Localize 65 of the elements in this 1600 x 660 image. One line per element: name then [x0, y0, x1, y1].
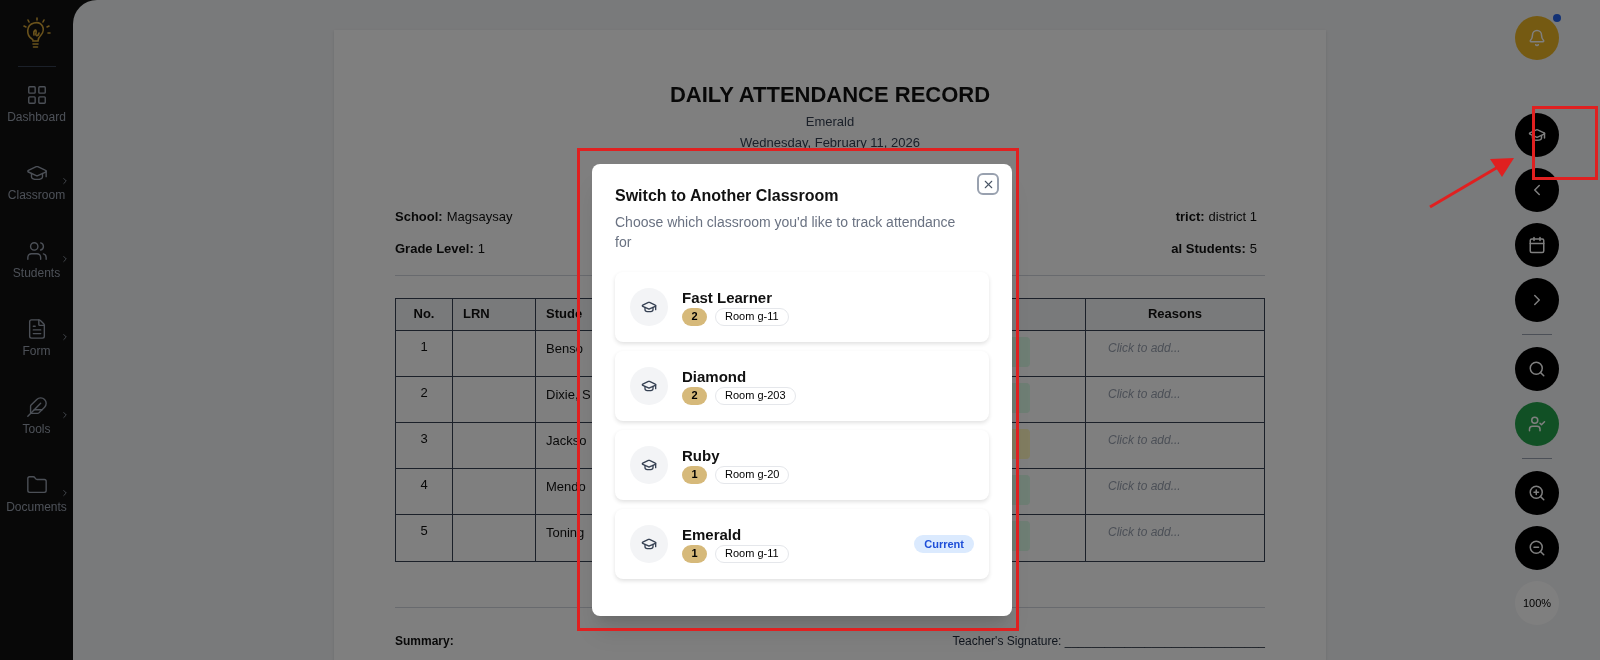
report-date: Wednesday, February 11, 2026 — [740, 134, 920, 151]
classroom-button[interactable] — [1515, 113, 1559, 157]
user-check-icon — [1528, 415, 1546, 433]
search-icon — [1528, 360, 1546, 378]
bell-icon — [1528, 29, 1546, 47]
table-cell: 4 — [396, 468, 453, 514]
zoom-out-icon — [1528, 539, 1546, 557]
previous-button[interactable] — [1515, 168, 1559, 212]
classroom-option[interactable]: Emerald 1 Room g-11 Current — [615, 509, 989, 579]
count-badge: 1 — [682, 465, 707, 484]
count-badge: 2 — [682, 307, 707, 326]
count-badge: 2 — [682, 386, 707, 405]
current-badge: Current — [914, 535, 974, 553]
column-header: Reasons — [1146, 305, 1204, 324]
classroom-icon — [630, 367, 668, 405]
count-badge: 1 — [682, 544, 707, 563]
calendar-button[interactable] — [1515, 223, 1559, 267]
sidebar-item[interactable]: Form — [1, 318, 72, 358]
sidebar-item[interactable]: Students — [1, 240, 72, 280]
field-label: Grade Level: — [395, 240, 474, 258]
sidebar-item[interactable]: Dashboard — [1, 84, 72, 124]
table-cell: 5 — [396, 514, 453, 561]
signature-line: Teacher's Signature: ______________________________ — [952, 632, 1265, 650]
close-button[interactable] — [977, 173, 999, 195]
zoom-in-icon — [1528, 484, 1546, 502]
classroom-name: Emerald — [682, 525, 743, 544]
graduation-cap-icon — [1528, 126, 1546, 144]
classroom-name: Emerald — [805, 113, 855, 131]
field-value: 5 — [1249, 240, 1257, 258]
grid-icon — [25, 84, 48, 106]
column-header: LRN — [453, 298, 536, 330]
sidebar-item[interactable]: Documents — [1, 474, 72, 514]
field-value: 1 — [477, 240, 485, 258]
table-cell: 3 — [396, 422, 453, 468]
dialog-title: Switch to Another Classroom — [615, 186, 840, 206]
classroom-icon — [630, 446, 668, 484]
people-icon — [25, 240, 48, 262]
field-value: Magsaysay — [446, 207, 513, 226]
field-label: School: — [395, 207, 443, 226]
lightbulb-logo-icon — [21, 17, 52, 51]
feather-icon — [25, 396, 48, 418]
classroom-option[interactable]: Fast Learner 2 Room g-11 — [615, 272, 989, 342]
classroom-icon — [630, 288, 668, 326]
search-button[interactable] — [1515, 347, 1559, 391]
folder-icon — [25, 474, 48, 496]
field-label: trict: — [1175, 207, 1205, 226]
zoom-level[interactable]: 100% — [1515, 581, 1559, 625]
sidebar-item[interactable]: Tools — [1, 396, 72, 436]
calendar-icon — [1528, 236, 1546, 254]
table-cell: 2 — [396, 376, 453, 422]
report-title: DAILY ATTENDANCE RECORD — [669, 81, 991, 109]
summary-label: Summary: — [395, 632, 454, 650]
table-cell: 1 — [396, 330, 453, 376]
field-label: al Students: — [1171, 240, 1246, 258]
classroom-option[interactable]: Ruby 1 Room g-20 — [615, 430, 989, 500]
zoom-in-button[interactable] — [1515, 471, 1559, 515]
classroom-name: Ruby — [682, 446, 721, 465]
dialog-subtitle: Choose which classroom you'd like to track attendance for — [615, 213, 957, 252]
classroom-icon — [630, 525, 668, 563]
classroom-option[interactable]: Diamond 2 Room g-203 — [615, 351, 989, 421]
field-value: district 1 — [1208, 207, 1257, 226]
column-header: No. — [396, 298, 453, 330]
next-button[interactable] — [1515, 278, 1559, 322]
zoom-out-button[interactable] — [1515, 526, 1559, 570]
sidebar-item[interactable]: Classroom — [1, 162, 72, 202]
